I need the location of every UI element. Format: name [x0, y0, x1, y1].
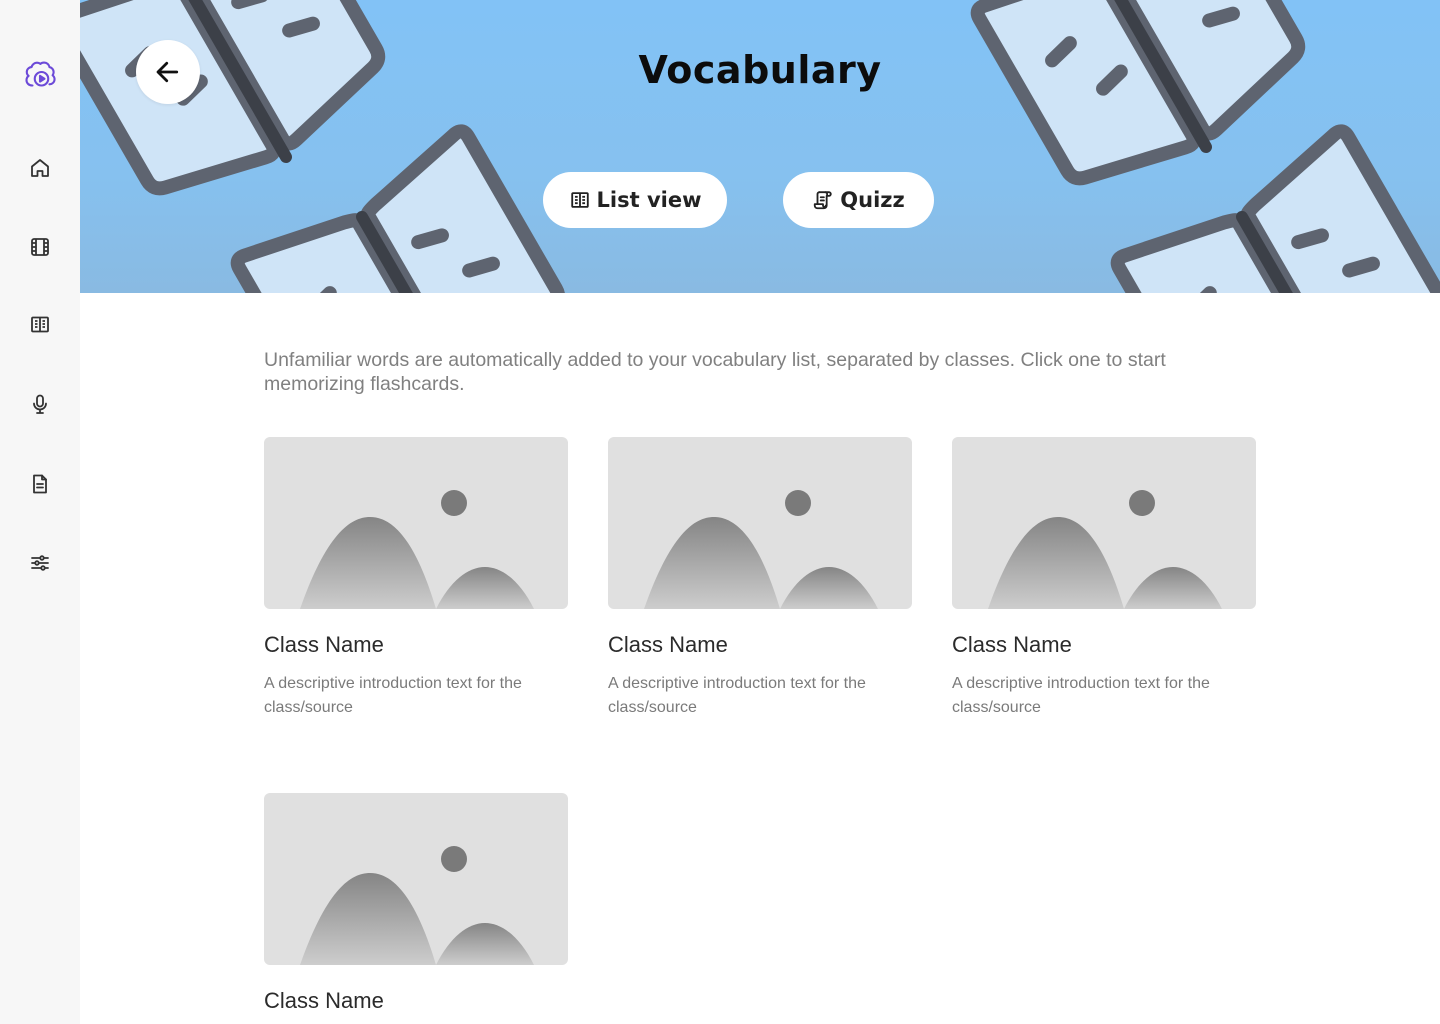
intro-text: Unfamiliar words are automatically added…: [264, 349, 1166, 395]
sidebar-item-vocabulary[interactable]: [20, 305, 60, 345]
class-description: A descriptive introduction text for the …: [952, 675, 1210, 716]
image-placeholder-icon: [988, 490, 1222, 609]
logo-button[interactable]: [20, 55, 60, 95]
class-thumbnail: [952, 437, 1256, 609]
quizz-label: Quizz: [840, 188, 905, 212]
class-name: Class Name: [264, 988, 384, 1013]
sidebar: [0, 0, 80, 1024]
sidebar-item-speaking[interactable]: [20, 384, 60, 424]
home-icon: [31, 159, 49, 177]
sidebar-item-home[interactable]: [20, 148, 60, 188]
class-thumbnail: [264, 793, 568, 965]
sliders-icon: [31, 555, 49, 571]
sidebar-item-videos[interactable]: [20, 227, 60, 267]
class-card[interactable]: Class Name A descriptive introduction te…: [952, 437, 1256, 720]
class-card[interactable]: Class Name: [264, 793, 568, 1014]
class-thumbnail: [608, 437, 912, 609]
microphone-icon: [33, 394, 47, 414]
book-open-icon: [31, 316, 49, 333]
image-placeholder-icon: [644, 490, 878, 609]
quizz-button[interactable]: Quizz: [783, 172, 934, 228]
class-description: A descriptive introduction text for the …: [608, 675, 866, 716]
books-illustration: [80, 0, 1440, 293]
class-thumbnail: [264, 437, 568, 609]
list-view-button[interactable]: List view: [543, 172, 727, 228]
page-title: Vocabulary: [638, 48, 882, 92]
image-placeholder-icon: [300, 490, 534, 609]
class-name: Class Name: [264, 632, 384, 657]
scroll-icon: [814, 191, 832, 210]
sidebar-item-settings[interactable]: [20, 543, 60, 583]
film-icon: [31, 238, 49, 256]
book-open-icon: [570, 192, 589, 208]
class-card[interactable]: Class Name A descriptive introduction te…: [608, 437, 912, 720]
document-icon: [33, 474, 47, 494]
class-name: Class Name: [608, 632, 728, 657]
sidebar-item-documents[interactable]: [20, 464, 60, 504]
list-view-label: List view: [596, 188, 702, 212]
class-card[interactable]: Class Name A descriptive introduction te…: [264, 437, 568, 720]
class-description: A descriptive introduction text for the …: [264, 675, 522, 716]
image-placeholder-icon: [300, 846, 534, 965]
header-banner: Vocabulary List view Quizz: [80, 0, 1440, 293]
class-name: Class Name: [952, 632, 1072, 657]
brain-play-icon: [25, 61, 56, 87]
